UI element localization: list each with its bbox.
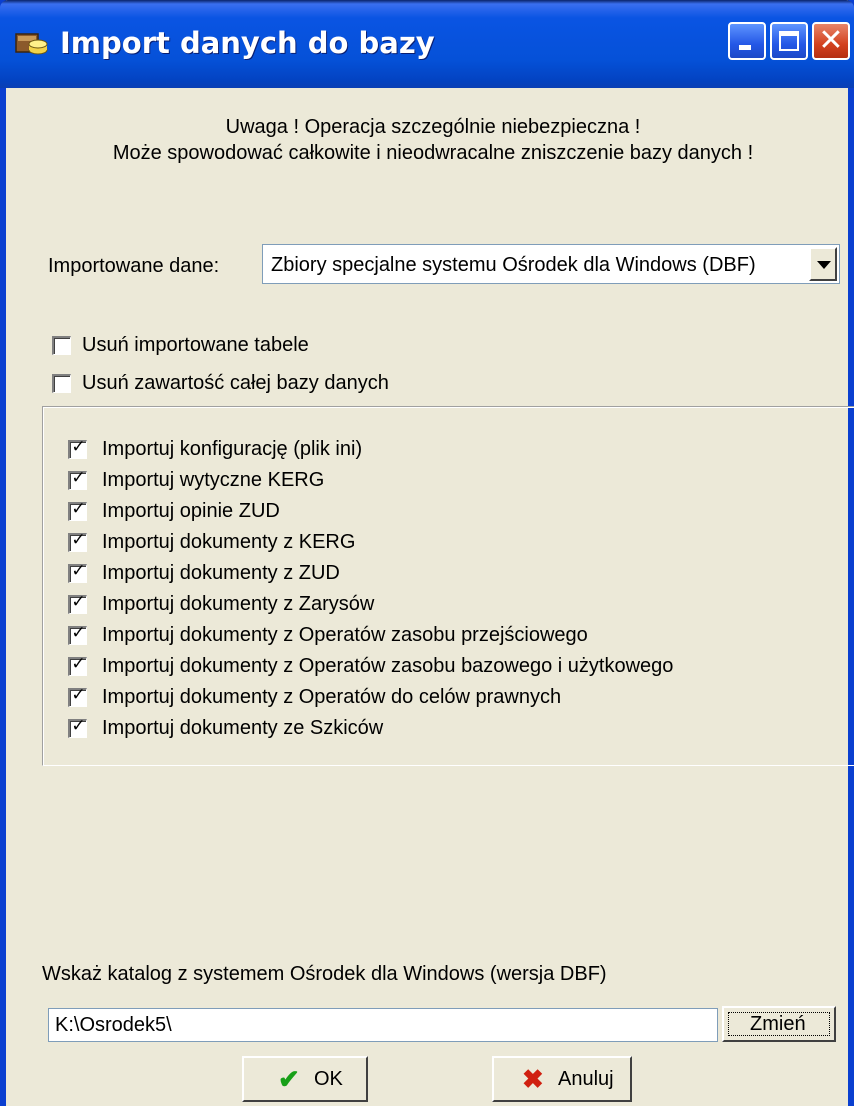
- import-zud-opinions-checkbox[interactable]: ✓: [68, 499, 87, 521]
- minimize-icon: [739, 45, 751, 50]
- checkmark-icon: ✓: [71, 499, 86, 519]
- warning-line-1: Uwaga ! Operacja szczególnie niebezpiecz…: [225, 116, 641, 138]
- import-type-value: Zbiory specjalne systemu Ośrodek dla Win…: [271, 254, 756, 276]
- import-kerg-documents-checkbox[interactable]: ✓: [68, 530, 87, 552]
- chevron-down-icon: [817, 261, 831, 269]
- import-item-label: Importuj opinie ZUD: [102, 500, 280, 522]
- maximize-icon: [779, 31, 799, 51]
- import-kerg-guidelines-checkbox[interactable]: ✓: [68, 468, 87, 490]
- import-config-checkbox[interactable]: ✓: [68, 437, 87, 459]
- ok-label: OK: [314, 1068, 343, 1090]
- import-legal-purposes-checkbox[interactable]: ✓: [68, 685, 87, 707]
- minimize-button[interactable]: [728, 22, 766, 60]
- checkmark-icon: ✓: [71, 437, 86, 457]
- checkmark-icon: ✓: [71, 468, 86, 488]
- directory-input[interactable]: K:\Osrodek5\: [48, 1008, 718, 1042]
- import-dialog: Import danych do bazy ✕ Uwaga ! Operacja…: [0, 0, 854, 1106]
- maximize-button[interactable]: [770, 22, 808, 60]
- change-directory-label: Zmień: [750, 1013, 806, 1035]
- checkmark-icon: ✔: [278, 1064, 300, 1094]
- dropdown-button[interactable]: [809, 247, 837, 281]
- window-title: Import danych do bazy: [60, 26, 435, 60]
- import-outlines-checkbox[interactable]: ✓: [68, 592, 87, 614]
- import-item-label: Importuj dokumenty z KERG: [102, 531, 356, 553]
- checkmark-icon: ✓: [71, 561, 86, 581]
- import-item-label: Importuj dokumenty ze Szkiców: [102, 717, 384, 739]
- checkmark-icon: ✓: [71, 654, 86, 674]
- import-sketches-checkbox[interactable]: ✓: [68, 716, 87, 738]
- import-item-label: Importuj dokumenty z Operatów zasobu prz…: [102, 624, 588, 646]
- cancel-x-icon: ✖: [522, 1064, 544, 1094]
- ok-button[interactable]: ✔ OK: [242, 1056, 368, 1102]
- import-item-label: Importuj dokumenty z Zarysów: [102, 593, 375, 615]
- delete-database-contents-label: Usuń zawartość całej bazy danych: [82, 372, 389, 394]
- delete-imported-tables-label: Usuń importowane tabele: [82, 334, 309, 356]
- import-type-label: Importowane dane:: [48, 255, 220, 277]
- cancel-label: Anuluj: [558, 1068, 614, 1090]
- checkmark-icon: ✓: [71, 623, 86, 643]
- delete-database-contents-checkbox[interactable]: [52, 374, 71, 393]
- directory-label: Wskaż katalog z systemem Ośrodek dla Win…: [42, 963, 607, 985]
- checkmark-icon: ✓: [71, 716, 86, 736]
- checkmark-icon: ✓: [71, 592, 86, 612]
- warning-line-2: Może spowodować całkowite i nieodwracaln…: [112, 142, 754, 164]
- close-icon: ✕: [818, 23, 844, 58]
- import-item-label: Importuj dokumenty z Operatów zasobu baz…: [102, 655, 674, 677]
- import-item-label: Importuj wytyczne KERG: [102, 469, 325, 491]
- cancel-button[interactable]: ✖ Anuluj: [492, 1056, 632, 1102]
- checkmark-icon: ✓: [71, 530, 86, 550]
- database-import-icon: [15, 33, 48, 55]
- import-zud-documents-checkbox[interactable]: ✓: [68, 561, 87, 583]
- import-type-select[interactable]: Zbiory specjalne systemu Ośrodek dla Win…: [262, 244, 840, 284]
- change-directory-button[interactable]: Zmień: [722, 1006, 836, 1042]
- directory-value: K:\Osrodek5\: [55, 1014, 172, 1036]
- checkmark-icon: ✓: [71, 685, 86, 705]
- close-button[interactable]: ✕: [812, 22, 850, 60]
- title-bar[interactable]: Import danych do bazy ✕: [0, 0, 854, 88]
- import-item-label: Importuj konfigurację (plik ini): [102, 438, 363, 460]
- import-transitional-checkbox[interactable]: ✓: [68, 623, 87, 645]
- import-base-usable-checkbox[interactable]: ✓: [68, 654, 87, 676]
- delete-imported-tables-checkbox[interactable]: [52, 336, 71, 355]
- import-item-label: Importuj dokumenty z ZUD: [102, 562, 340, 584]
- import-item-label: Importuj dokumenty z Operatów do celów p…: [102, 686, 562, 708]
